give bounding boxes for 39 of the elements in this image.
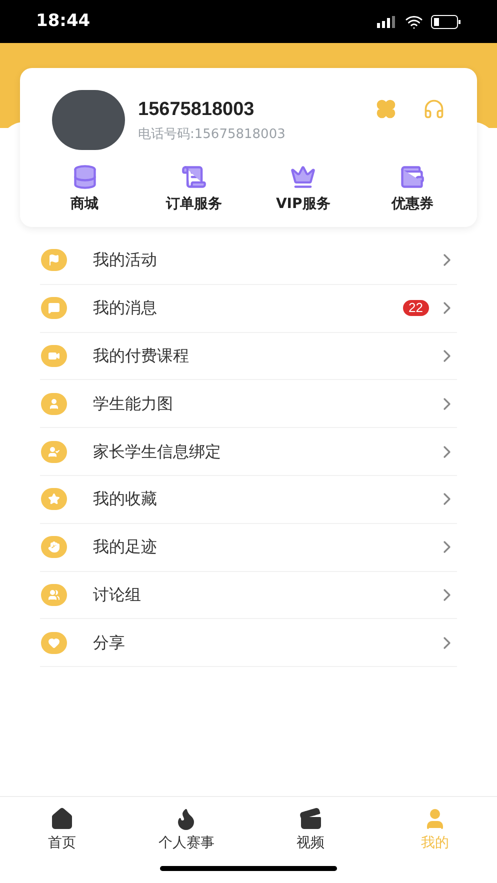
people-icon	[48, 588, 60, 601]
person-icon	[48, 398, 60, 410]
shortcut-button[interactable]: 订单服务	[139, 164, 248, 215]
star-icon	[48, 493, 60, 506]
menu-item[interactable]: 家长学生信息绑定	[40, 428, 457, 476]
person-check-icon	[48, 446, 60, 458]
menu-item[interactable]: 我的付费课程	[40, 332, 457, 380]
unread-count: 22	[402, 300, 429, 316]
shortcut-button[interactable]: VIP服务	[248, 164, 358, 215]
menu-item[interactable]: 学生能力图	[40, 380, 457, 428]
user-name: 15675818003	[138, 98, 256, 122]
chat-icon	[48, 302, 60, 314]
flower-icon[interactable]	[375, 98, 397, 120]
status-time: 18:44	[36, 10, 90, 33]
crown-icon	[290, 164, 316, 190]
menu-item[interactable]: 分享	[40, 619, 457, 668]
heart-icon	[48, 636, 60, 649]
phone-number: 电话号码:15675818003	[138, 126, 286, 144]
shortcut-button[interactable]: 商城	[30, 164, 140, 215]
battery-icon	[431, 14, 461, 28]
menu-item[interactable]: 我的收藏	[40, 476, 457, 524]
flag-icon	[48, 254, 60, 266]
clapperboard-icon	[298, 807, 323, 831]
menu-item[interactable]: 我的消息 22	[40, 284, 457, 333]
menu-item[interactable]: 我的足迹	[40, 524, 457, 572]
wallet-icon	[399, 164, 426, 190]
video-camera-icon	[48, 350, 60, 362]
tab-item[interactable]: 首页	[0, 807, 124, 854]
tab-item[interactable]: 视频	[248, 807, 373, 854]
home-icon	[50, 807, 74, 831]
headset-icon[interactable]	[423, 98, 445, 120]
scroll-icon	[180, 164, 207, 190]
shortcut-button[interactable]: 优惠券	[358, 164, 467, 215]
coin-stack-icon	[72, 164, 98, 190]
hand-icon	[48, 541, 60, 554]
signal-icon	[377, 16, 397, 28]
menu-item[interactable]: 讨论组	[40, 572, 457, 620]
tab-item[interactable]: 个人赛事	[124, 807, 248, 854]
menu-item[interactable]: 我的活动	[40, 237, 457, 285]
